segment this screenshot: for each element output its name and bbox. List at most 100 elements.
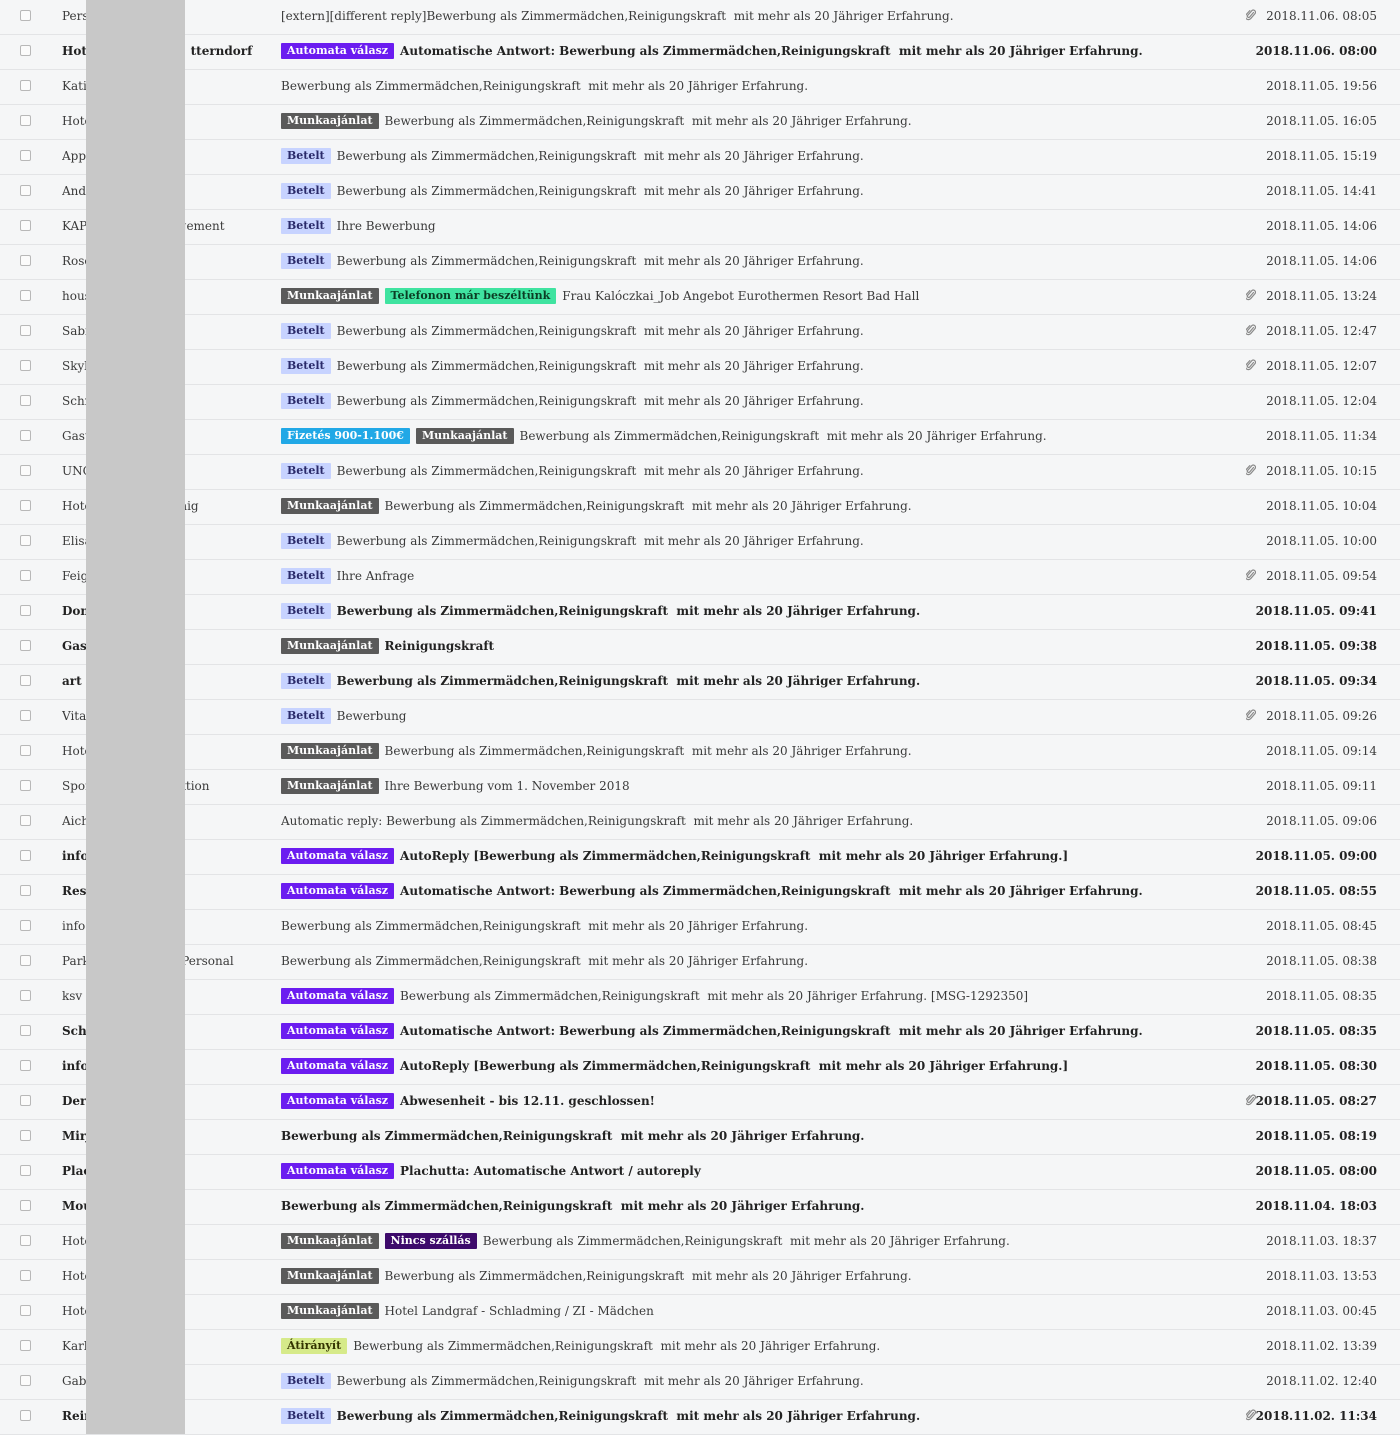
select-checkbox[interactable] [20,115,31,126]
email-row[interactable]: Feigl Betelt Ihre Anfrage 2018.11.05. 09:54 [0,560,1400,595]
email-row[interactable]: hous Munkaajánlat Telefonon már beszéltünk… [0,280,1400,315]
select-checkbox[interactable] [20,1340,31,1351]
select-checkbox[interactable] [20,1200,31,1211]
email-row[interactable]: Hote Munkaajánlat Bewerbung als Zimmermädc… [0,1260,1400,1295]
email-row[interactable]: Hote Munkaajánlat Bewerbung als Zimmermädc… [0,735,1400,770]
email-subject[interactable]: Betelt Bewerbung als Zimmermädchen,Reinig… [281,357,1231,375]
select-checkbox[interactable] [20,1130,31,1141]
email-row[interactable]: Elisa Betelt Bewerbung als Zimmermädchen,R… [0,525,1400,560]
select-checkbox[interactable] [20,500,31,511]
select-checkbox[interactable] [20,325,31,336]
email-row[interactable]: Gast Fizetés 900-1.100€ Munkaajánlat Bewerb… [0,420,1400,455]
email-subject[interactable]: Betelt Bewerbung als Zimmermädchen,Reinig… [281,532,1231,550]
select-checkbox[interactable] [20,640,31,651]
email-row[interactable]: Park Personal Bewerbung als Zimmermädchen… [0,945,1400,980]
select-checkbox[interactable] [20,535,31,546]
select-checkbox[interactable] [20,990,31,1001]
select-checkbox[interactable] [20,605,31,616]
email-row[interactable]: Schi Automata válasz Automatische Antwort:… [0,1015,1400,1050]
select-checkbox[interactable] [20,185,31,196]
select-checkbox[interactable] [20,45,31,56]
email-subject[interactable]: Betelt Bewerbung als Zimmermädchen,Reinig… [281,462,1231,480]
email-row[interactable]: Appa Betelt Bewerbung als Zimmermädchen,Re… [0,140,1400,175]
email-subject[interactable]: Bewerbung als Zimmermädchen,Reinigungskr… [281,917,1231,935]
email-row[interactable]: Hote tterndorf Automata válasz Automatisch… [0,35,1400,70]
email-subject[interactable]: Munkaajánlat Ihre Bewerbung vom 1. Novemb… [281,777,1231,795]
email-subject[interactable]: Automata válasz Bewerbung als Zimmermädch… [281,987,1231,1005]
email-row[interactable]: Rose Betelt Bewerbung als Zimmermädchen,Re… [0,245,1400,280]
email-row[interactable]: Hote Munkaajánlat Nincs szállás Bewerbung a… [0,1225,1400,1260]
email-row[interactable]: Vital Betelt Bewerbung 2018.11.05. 09:26 [0,700,1400,735]
email-subject[interactable]: Betelt Bewerbung als Zimmermädchen,Reinig… [281,1407,1231,1425]
email-row[interactable]: KAP gement Betelt Ihre Bewerbung 2018.11.05… [0,210,1400,245]
select-checkbox[interactable] [20,1410,31,1421]
select-checkbox[interactable] [20,10,31,21]
select-checkbox[interactable] [20,850,31,861]
email-subject[interactable]: Betelt Bewerbung als Zimmermädchen,Reinig… [281,252,1231,270]
select-checkbox[interactable] [20,815,31,826]
email-row[interactable]: UNC Betelt Bewerbung als Zimmermädchen,Rei… [0,455,1400,490]
email-row[interactable]: Mou Bewerbung als Zimmermädchen,Reinigung… [0,1190,1400,1225]
email-subject[interactable]: Betelt Bewerbung als Zimmermädchen,Reinig… [281,672,1231,690]
select-checkbox[interactable] [20,710,31,721]
select-checkbox[interactable] [20,150,31,161]
email-subject[interactable]: Automata válasz Automatische Antwort: Bew… [281,42,1231,60]
email-subject[interactable]: Automata válasz Automatische Antwort: Bew… [281,1022,1231,1040]
select-checkbox[interactable] [20,780,31,791]
select-checkbox[interactable] [20,80,31,91]
email-row[interactable]: Karli Átirányít Bewerbung als Zimmermädche… [0,1330,1400,1365]
email-subject[interactable]: Betelt Ihre Anfrage [281,567,1231,585]
email-row[interactable]: Hote nig Munkaajánlat Bewerbung als Zimmer… [0,490,1400,525]
email-subject[interactable]: Bewerbung als Zimmermädchen,Reinigungskr… [281,1127,1231,1145]
select-checkbox[interactable] [20,920,31,931]
email-subject[interactable]: Betelt Bewerbung als Zimmermädchen,Reinig… [281,147,1231,165]
email-subject[interactable]: Munkaajánlat Bewerbung als Zimmermädchen,… [281,497,1231,515]
select-checkbox[interactable] [20,1305,31,1316]
email-row[interactable]: info Automata válasz AutoReply [Bewerbung … [0,1050,1400,1085]
email-subject[interactable]: Bewerbung als Zimmermädchen,Reinigungskr… [281,77,1231,95]
email-row[interactable]: Plac Automata válasz Plachutta: Automatisc… [0,1155,1400,1190]
email-row[interactable]: Skyb Betelt Bewerbung als Zimmermädchen,Re… [0,350,1400,385]
email-subject[interactable]: Automata válasz Automatische Antwort: Bew… [281,882,1231,900]
email-row[interactable]: DerS Automata válasz Abwesenheit - bis 12.… [0,1085,1400,1120]
email-subject[interactable]: Betelt Bewerbung als Zimmermädchen,Reinig… [281,602,1231,620]
email-subject[interactable]: Munkaajánlat Bewerbung als Zimmermädchen,… [281,112,1231,130]
email-row[interactable]: Kati Bewerbung als Zimmermädchen,Reinigun… [0,70,1400,105]
email-subject[interactable]: Betelt Ihre Bewerbung [281,217,1231,235]
email-subject[interactable]: Automatic reply: Bewerbung als Zimmermäd… [281,812,1231,830]
email-row[interactable]: Sabi Betelt Bewerbung als Zimmermädchen,Re… [0,315,1400,350]
email-subject[interactable]: [extern][different reply]Bewerbung als Z… [281,7,1231,25]
select-checkbox[interactable] [20,430,31,441]
email-subject[interactable]: Betelt Bewerbung [281,707,1231,725]
email-row[interactable]: Hote Munkaajánlat Bewerbung als Zimmermädc… [0,105,1400,140]
select-checkbox[interactable] [20,1095,31,1106]
email-subject[interactable]: Munkaajánlat Nincs szállás Bewerbung als Z… [281,1232,1231,1250]
email-subject[interactable]: Automata válasz Abwesenheit - bis 12.11. … [281,1092,1231,1110]
select-checkbox[interactable] [20,570,31,581]
select-checkbox[interactable] [20,1375,31,1386]
select-checkbox[interactable] [20,745,31,756]
email-row[interactable]: Gast Munkaajánlat Reinigungskraft 2018.11.0… [0,630,1400,665]
select-checkbox[interactable] [20,360,31,371]
email-subject[interactable]: Bewerbung als Zimmermädchen,Reinigungskr… [281,1197,1231,1215]
select-checkbox[interactable] [20,395,31,406]
email-row[interactable]: Rein Betelt Bewerbung als Zimmermädchen,Re… [0,1400,1400,1435]
select-checkbox[interactable] [20,255,31,266]
select-checkbox[interactable] [20,220,31,231]
email-row[interactable]: Hote Munkaajánlat Hotel Landgraf - Schladm… [0,1295,1400,1330]
email-row[interactable]: info Bewerbung als Zimmermädchen,Reinigun… [0,910,1400,945]
email-row[interactable]: Schn Betelt Bewerbung als Zimmermädchen,Re… [0,385,1400,420]
email-subject[interactable]: Betelt Bewerbung als Zimmermädchen,Reinig… [281,1372,1231,1390]
email-subject[interactable]: Munkaajánlat Bewerbung als Zimmermädchen,… [281,742,1231,760]
email-row[interactable]: Dona Betelt Bewerbung als Zimmermädchen,Re… [0,595,1400,630]
email-row[interactable]: Mirj Bewerbung als Zimmermädchen,Reinigun… [0,1120,1400,1155]
email-subject[interactable]: Munkaajánlat Reinigungskraft [281,637,1231,655]
email-row[interactable]: Spor ktion Munkaajánlat Ihre Bewerbung vom… [0,770,1400,805]
select-checkbox[interactable] [20,675,31,686]
email-subject[interactable]: Bewerbung als Zimmermädchen,Reinigungskr… [281,952,1231,970]
email-row[interactable]: Aich Automatic reply: Bewerbung als Zimme… [0,805,1400,840]
email-subject[interactable]: Betelt Bewerbung als Zimmermädchen,Reinig… [281,182,1231,200]
select-checkbox[interactable] [20,885,31,896]
select-checkbox[interactable] [20,1270,31,1281]
select-checkbox[interactable] [20,290,31,301]
